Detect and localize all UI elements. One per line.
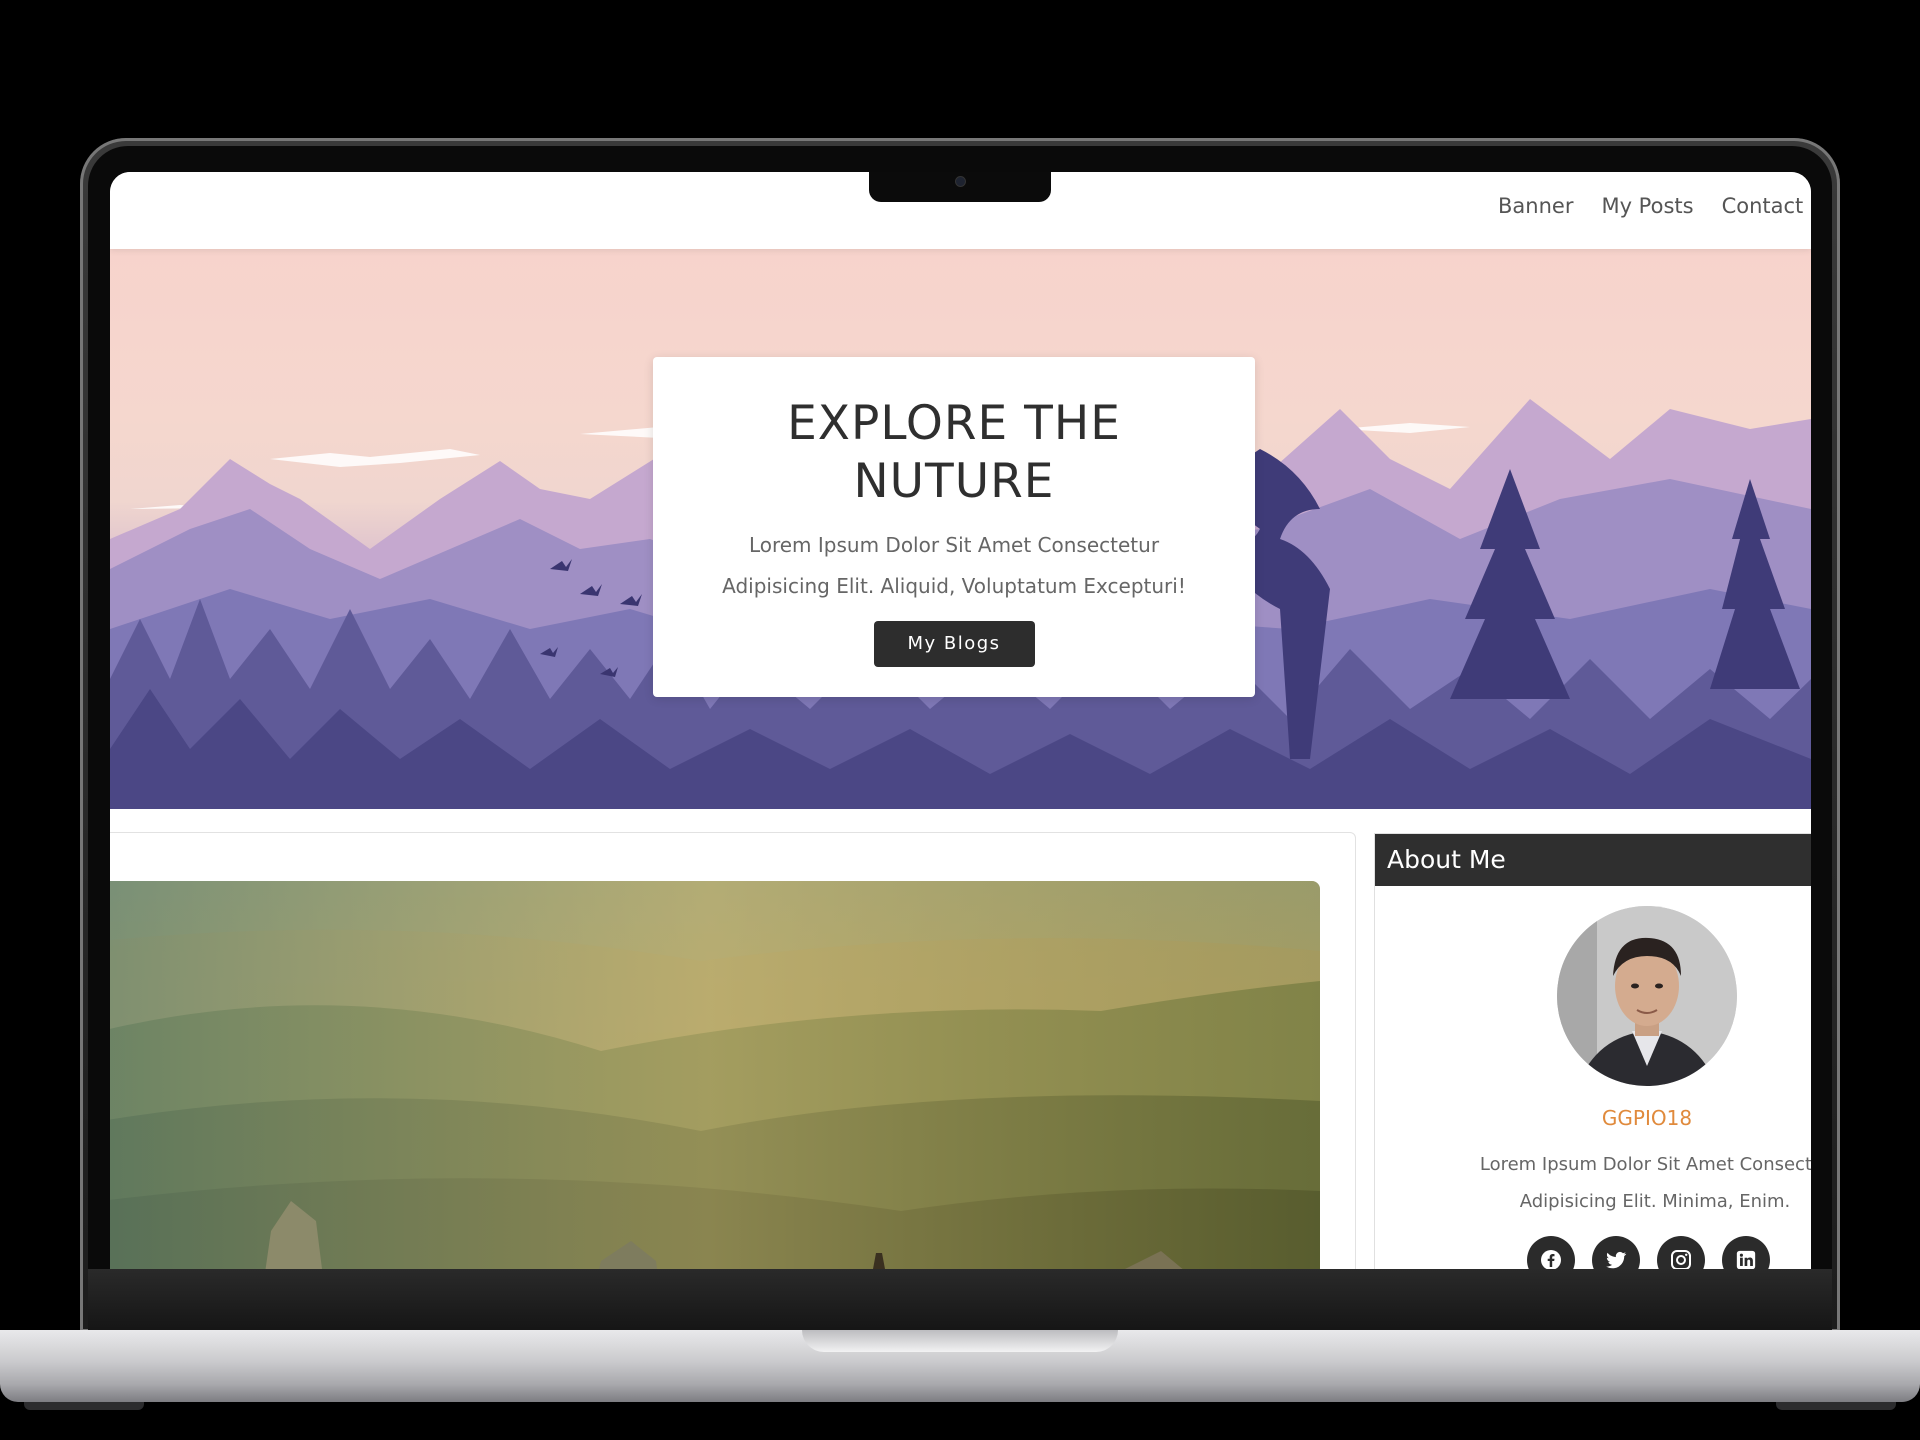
- content-area: About Me GGPIO18 Lorem Ipsum Dolor Sit A…: [110, 809, 1811, 1269]
- hero-subtitle-line-2: Adipisicing Elit. Aliquid, Voluptatum Ex…: [722, 574, 1186, 598]
- hero-subtitle-line-1: Lorem Ipsum Dolor Sit Amet Consectetur: [748, 533, 1160, 557]
- laptop-screen: Banner My Posts Contact M: [110, 172, 1811, 1269]
- bio-line-1: Lorem Ipsum Dolor Sit Amet Consectet: [1479, 1154, 1811, 1175]
- nav-link-contact[interactable]: Contact M: [1722, 194, 1811, 218]
- hero-title-line-2: NUTURE: [853, 454, 1055, 509]
- bio-line-2: Adipisicing Elit. Minima, Enim.: [1519, 1191, 1791, 1212]
- hero-banner: EXPLORE THE NUTURE Lorem Ipsum Dolor Sit…: [110, 249, 1811, 809]
- nav-links: Banner My Posts Contact M: [1498, 194, 1811, 218]
- profile-photo: [1557, 906, 1737, 1086]
- hero-title-line-1: EXPLORE THE: [787, 396, 1121, 451]
- username: GGPIO18: [1601, 1106, 1693, 1130]
- linkedin-icon[interactable]: [1722, 1236, 1770, 1269]
- laptop-bezel-bottom: [88, 1269, 1832, 1332]
- nav-link-my-posts[interactable]: My Posts: [1601, 194, 1693, 218]
- camera-icon: [955, 176, 966, 187]
- my-blogs-button[interactable]: My Blogs: [873, 621, 1035, 667]
- about-me-heading: About Me: [1375, 834, 1811, 886]
- camera-notch: [869, 172, 1051, 202]
- social-links: [1527, 1236, 1770, 1269]
- hero-title: EXPLORE THE NUTURE: [693, 395, 1215, 511]
- hero-card: EXPLORE THE NUTURE Lorem Ipsum Dolor Sit…: [653, 357, 1255, 697]
- post-card[interactable]: [110, 832, 1356, 1269]
- facebook-icon[interactable]: [1527, 1236, 1575, 1269]
- laptop-opening-groove: [802, 1330, 1118, 1352]
- nav-link-banner[interactable]: Banner: [1498, 194, 1573, 218]
- forest-valley-photo: [110, 881, 1320, 1269]
- avatar: [1557, 906, 1737, 1086]
- instagram-icon[interactable]: [1657, 1236, 1705, 1269]
- post-image[interactable]: [110, 881, 1320, 1269]
- laptop-foot-left: [24, 1402, 144, 1410]
- about-me-sidebar: About Me GGPIO18 Lorem Ipsum Dolor Sit A…: [1374, 833, 1811, 1269]
- laptop-foot-right: [1776, 1402, 1896, 1410]
- hero-subtitle: Lorem Ipsum Dolor Sit Amet Consectetur A…: [693, 525, 1215, 607]
- twitter-icon[interactable]: [1592, 1236, 1640, 1269]
- bio: Lorem Ipsum Dolor Sit Amet Consectet Adi…: [1435, 1146, 1811, 1220]
